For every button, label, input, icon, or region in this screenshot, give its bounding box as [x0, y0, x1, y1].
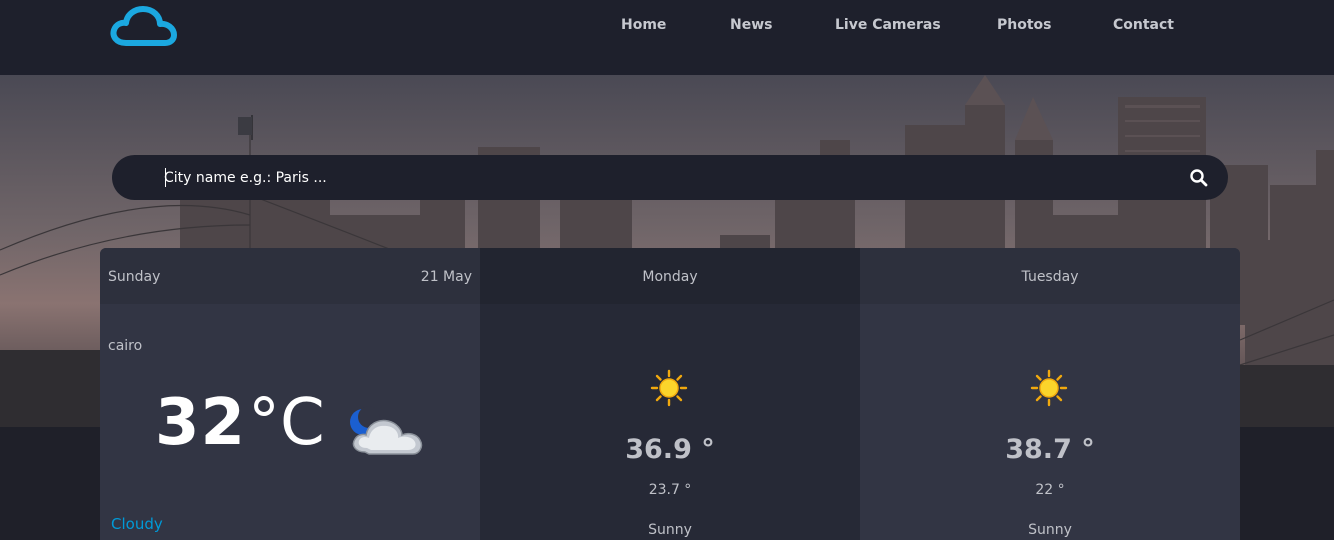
text-caret	[165, 168, 166, 187]
city-name: cairo	[108, 338, 143, 354]
nav-home[interactable]: Home	[621, 17, 666, 33]
nav-contact[interactable]: Contact	[1113, 17, 1174, 33]
day-name: Tuesday	[1021, 269, 1079, 285]
today-condition: Cloudy	[111, 515, 163, 533]
current-temperature: 32	[155, 386, 247, 460]
forecast-day-card: Monday 36.9 ° 23.7 ° Sunny	[480, 248, 860, 540]
nav-links: Home News Live Cameras Photos Contact	[0, 17, 1334, 37]
day-condition: Sunny	[648, 522, 692, 538]
min-temperature: 23.7 °	[648, 482, 692, 498]
sun-icon	[650, 369, 688, 407]
today-day: Sunday	[108, 269, 161, 285]
today-date: 21 May	[420, 269, 472, 285]
min-temperature: 22 °	[1035, 482, 1065, 498]
day-header: Monday	[480, 248, 860, 304]
temperature-unit: °C	[248, 386, 325, 460]
sun-icon	[1030, 369, 1068, 407]
nav-photos[interactable]: Photos	[997, 17, 1052, 33]
navbar: Home News Live Cameras Photos Contact	[0, 0, 1334, 75]
forecast-panel: Sunday 21 May cairo 32 °C Cloudy Monday	[100, 248, 1240, 540]
day-condition: Sunny	[1028, 522, 1072, 538]
search-bar	[112, 155, 1228, 200]
nav-live-cameras[interactable]: Live Cameras	[835, 17, 941, 33]
today-card: Sunday 21 May cairo 32 °C Cloudy	[100, 248, 480, 540]
day-name: Monday	[642, 269, 698, 285]
search-icon[interactable]	[1189, 168, 1209, 188]
day-header: Tuesday	[860, 248, 1240, 304]
nav-news[interactable]: News	[730, 17, 772, 33]
cloudy-night-icon	[350, 406, 423, 455]
search-input[interactable]	[164, 155, 1164, 200]
forecast-day-card: Tuesday 38.7 ° 22 ° Sunny	[860, 248, 1240, 540]
max-temperature: 36.9 °	[625, 434, 715, 465]
today-header: Sunday 21 May	[100, 248, 480, 304]
max-temperature: 38.7 °	[1005, 434, 1095, 465]
